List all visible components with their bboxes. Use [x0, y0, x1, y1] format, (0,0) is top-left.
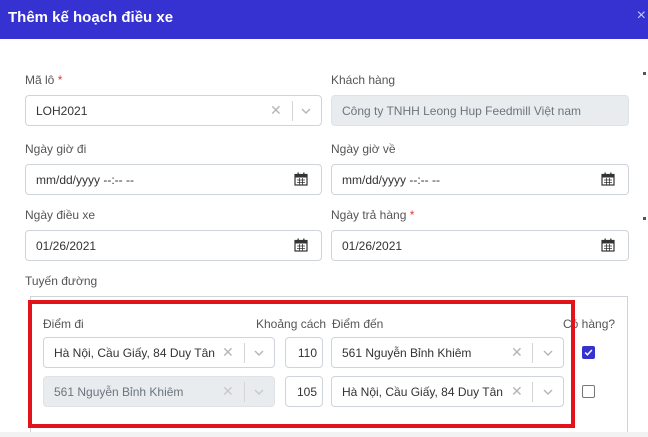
required-mark: *: [57, 73, 63, 87]
calendar-icon[interactable]: [294, 238, 308, 252]
lot-select[interactable]: LOH2021 ✕: [25, 95, 322, 126]
calendar-icon[interactable]: [601, 172, 615, 186]
scrollbar-tick: [643, 72, 646, 75]
delivery-date-label-text: Ngày trả hàng: [331, 208, 407, 222]
cargo-checkbox[interactable]: [582, 385, 595, 398]
customer-field: Công ty TNHH Leong Hup Feedmill Việt nam: [331, 95, 629, 126]
dispatch-date-input[interactable]: 01/26/2021: [25, 230, 322, 261]
calendar-icon[interactable]: [601, 238, 615, 252]
route-label: Tuyến đường: [25, 274, 98, 288]
clear-icon[interactable]: ✕: [270, 102, 282, 119]
depart-datetime-value: mm/dd/yyyy --:-- --: [36, 173, 134, 187]
customer-label: Khách hàng: [331, 73, 396, 87]
cargo-checkbox[interactable]: [582, 346, 595, 359]
customer-value: Công ty TNHH Leong Hup Feedmill Việt nam: [342, 104, 582, 118]
depart-datetime-input[interactable]: mm/dd/yyyy --:-- --: [25, 164, 322, 195]
check-icon: [584, 349, 593, 356]
delivery-date-value: 01/26/2021: [342, 239, 403, 253]
calendar-icon[interactable]: [294, 172, 308, 186]
modal-title: Thêm kế hoạch điều xe: [8, 9, 174, 26]
modal-header: Thêm kế hoạch điều xe ×: [0, 0, 648, 39]
modal-bottom-edge: [0, 432, 648, 437]
chevron-down-icon[interactable]: [300, 105, 312, 117]
highlight-box: [28, 300, 575, 428]
scrollbar-tick: [643, 217, 646, 220]
return-label: Ngày giờ về: [331, 142, 396, 156]
close-icon[interactable]: ×: [637, 8, 646, 24]
select-separator: [292, 101, 293, 121]
return-datetime-value: mm/dd/yyyy --:-- --: [342, 173, 440, 187]
return-datetime-input[interactable]: mm/dd/yyyy --:-- --: [331, 164, 629, 195]
add-dispatch-plan-modal: Thêm kế hoạch điều xe × Mã lô * LOH2021 …: [0, 0, 648, 437]
dispatch-date-label: Ngày điều xe: [25, 208, 96, 222]
depart-label: Ngày giờ đi: [25, 142, 87, 156]
delivery-date-label: Ngày trả hàng *: [331, 208, 414, 222]
lot-label-text: Mã lô: [25, 73, 55, 87]
lot-label: Mã lô *: [25, 73, 62, 87]
required-mark: *: [409, 208, 415, 222]
lot-select-value: LOH2021: [36, 104, 88, 118]
delivery-date-input[interactable]: 01/26/2021: [331, 230, 629, 261]
dispatch-date-value: 01/26/2021: [36, 239, 97, 253]
